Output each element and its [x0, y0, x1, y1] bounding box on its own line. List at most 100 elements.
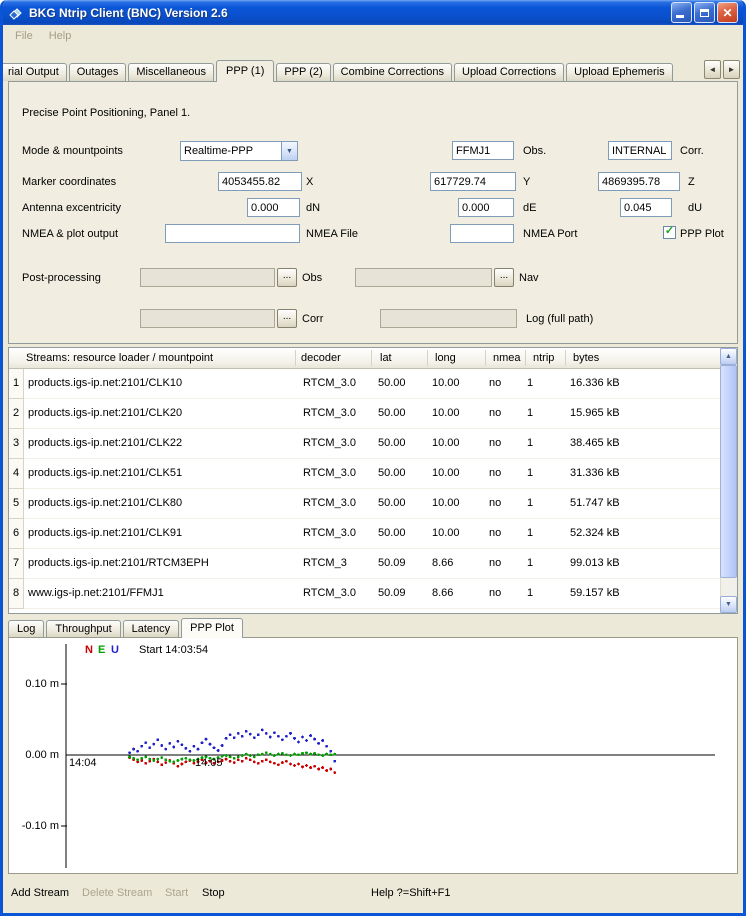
- obs-browse-button[interactable]: ...: [277, 268, 297, 287]
- post-processing-label: Post-processing: [22, 272, 101, 284]
- col-header-lat[interactable]: lat: [380, 352, 392, 364]
- legend-u: U: [111, 644, 119, 656]
- ppp-plot-svg: [9, 638, 737, 873]
- y-tick-label: 0.10 m: [11, 678, 59, 690]
- vertical-scrollbar[interactable]: ▲ ▼: [720, 348, 737, 613]
- header-separator: [485, 350, 486, 366]
- col-header-ntrip[interactable]: ntrip: [533, 352, 554, 364]
- tab-serial-output[interactable]: rial Output: [0, 63, 67, 81]
- table-row[interactable]: 8www.igs-ip.net:2101/FFMJ1RTCM_3.050.098…: [9, 579, 737, 609]
- maximize-button[interactable]: [694, 2, 715, 23]
- cell-ntrip: 1: [527, 429, 533, 458]
- x-coordinate-input[interactable]: [218, 172, 302, 191]
- cell-nmea: no: [489, 549, 501, 578]
- streams-rows: 1products.igs-ip.net:2101/CLK10RTCM_3.05…: [9, 369, 737, 609]
- panel-heading: Precise Point Positioning, Panel 1.: [22, 107, 190, 119]
- antenna-excentricity-label: Antenna excentricity: [22, 202, 121, 214]
- cell-num: 5: [9, 489, 24, 519]
- cell-nmea: no: [489, 399, 501, 428]
- log-file-input[interactable]: [380, 309, 517, 328]
- add-stream-button[interactable]: Add Stream: [11, 887, 69, 899]
- mode-combobox[interactable]: Realtime-PPP ▼: [180, 141, 298, 161]
- corr-file-label: Corr: [302, 313, 323, 325]
- cell-mountpoint: products.igs-ip.net:2101/CLK80: [28, 489, 182, 518]
- table-row[interactable]: 5products.igs-ip.net:2101/CLK80RTCM_3.05…: [9, 489, 737, 519]
- tab-log[interactable]: Log: [8, 620, 44, 637]
- corr-file-input[interactable]: [140, 309, 275, 328]
- col-header-bytes[interactable]: bytes: [573, 352, 599, 364]
- ppp-plot-checkbox[interactable]: ✓: [663, 226, 676, 239]
- tab-upload-ephemeris[interactable]: Upload Ephemeris: [566, 63, 673, 81]
- y-coordinate-input[interactable]: [430, 172, 516, 191]
- mode-mountpoints-label: Mode & mountpoints: [22, 145, 123, 157]
- cell-ntrip: 1: [527, 579, 533, 608]
- nmea-port-input[interactable]: [450, 224, 514, 243]
- col-header-long[interactable]: long: [435, 352, 456, 364]
- scroll-thumb[interactable]: [720, 365, 737, 578]
- titlebar[interactable]: BKG Ntrip Client (BNC) Version 2.6 ✕: [3, 0, 743, 25]
- obs-mountpoint-input[interactable]: [452, 141, 514, 160]
- du-input[interactable]: [620, 198, 672, 217]
- nav-browse-button[interactable]: ...: [494, 268, 514, 287]
- obs-file-input[interactable]: [140, 268, 275, 287]
- corr-mountpoint-input[interactable]: [608, 141, 672, 160]
- col-header-mountpoint[interactable]: Streams: resource loader / mountpoint: [26, 352, 213, 364]
- cell-num: 3: [9, 429, 24, 459]
- nmea-file-input[interactable]: [165, 224, 300, 243]
- tab-outages[interactable]: Outages: [69, 63, 127, 81]
- de-input[interactable]: [458, 198, 514, 217]
- tab-ppp-plot[interactable]: PPP Plot: [181, 618, 243, 638]
- tab-miscellaneous[interactable]: Miscellaneous: [128, 63, 214, 81]
- cell-long: 10.00: [432, 519, 460, 548]
- nmea-plot-output-label: NMEA & plot output: [22, 228, 118, 240]
- col-header-decoder[interactable]: decoder: [301, 352, 341, 364]
- cell-mountpoint: products.igs-ip.net:2101/CLK51: [28, 459, 182, 488]
- tab-scroll-right-button[interactable]: ►: [723, 60, 740, 79]
- z-coordinate-input[interactable]: [598, 172, 680, 191]
- menu-file[interactable]: File: [7, 28, 41, 44]
- menu-help[interactable]: Help: [41, 28, 80, 44]
- tab-latency[interactable]: Latency: [123, 620, 180, 637]
- cell-long: 10.00: [432, 429, 460, 458]
- cell-decoder: RTCM_3.0: [303, 369, 356, 398]
- tab-ppp-2[interactable]: PPP (2): [276, 63, 330, 81]
- table-row[interactable]: 2products.igs-ip.net:2101/CLK20RTCM_3.05…: [9, 399, 737, 429]
- cell-lat: 50.00: [378, 369, 406, 398]
- nmea-file-label: NMEA File: [306, 228, 358, 240]
- nav-file-input[interactable]: [355, 268, 492, 287]
- table-row[interactable]: 3products.igs-ip.net:2101/CLK22RTCM_3.05…: [9, 429, 737, 459]
- app-window: BKG Ntrip Client (BNC) Version 2.6 ✕ Fil…: [0, 0, 746, 916]
- scroll-up-button[interactable]: ▲: [720, 348, 737, 365]
- cell-bytes: 31.336 kB: [570, 459, 620, 488]
- x-tick-label: 14:05: [195, 757, 223, 769]
- cell-long: 10.00: [432, 369, 460, 398]
- chevron-down-icon[interactable]: ▼: [281, 142, 297, 160]
- tab-ppp-1[interactable]: PPP (1): [216, 60, 274, 82]
- cell-num: 6: [9, 519, 24, 549]
- delete-stream-button[interactable]: Delete Stream: [82, 887, 152, 899]
- cell-num: 8: [9, 579, 24, 609]
- start-button[interactable]: Start: [165, 887, 188, 899]
- table-row[interactable]: 1products.igs-ip.net:2101/CLK10RTCM_3.05…: [9, 369, 737, 399]
- close-button[interactable]: ✕: [717, 2, 738, 23]
- stop-button[interactable]: Stop: [202, 887, 225, 899]
- y-tick-label: -0.10 m: [11, 820, 59, 832]
- tab-combine-corrections[interactable]: Combine Corrections: [333, 63, 452, 81]
- cell-bytes: 52.324 kB: [570, 519, 620, 548]
- window-title: BKG Ntrip Client (BNC) Version 2.6: [29, 6, 669, 20]
- scroll-down-button[interactable]: ▼: [720, 596, 737, 613]
- spacer: [3, 47, 743, 59]
- tab-scroll-left-button[interactable]: ◄: [704, 60, 721, 79]
- table-row[interactable]: 6products.igs-ip.net:2101/CLK91RTCM_3.05…: [9, 519, 737, 549]
- cell-mountpoint: products.igs-ip.net:2101/CLK20: [28, 399, 182, 428]
- table-row[interactable]: 4products.igs-ip.net:2101/CLK51RTCM_3.05…: [9, 459, 737, 489]
- minimize-button[interactable]: [671, 2, 692, 23]
- legend-e: E: [98, 644, 105, 656]
- x-tick-label: 14:04: [69, 757, 97, 769]
- tab-upload-corrections[interactable]: Upload Corrections: [454, 63, 564, 81]
- dn-input[interactable]: [247, 198, 300, 217]
- col-header-nmea[interactable]: nmea: [493, 352, 521, 364]
- corr-browse-button[interactable]: ...: [277, 309, 297, 328]
- tab-throughput[interactable]: Throughput: [46, 620, 120, 637]
- table-row[interactable]: 7products.igs-ip.net:2101/RTCM3EPHRTCM_3…: [9, 549, 737, 579]
